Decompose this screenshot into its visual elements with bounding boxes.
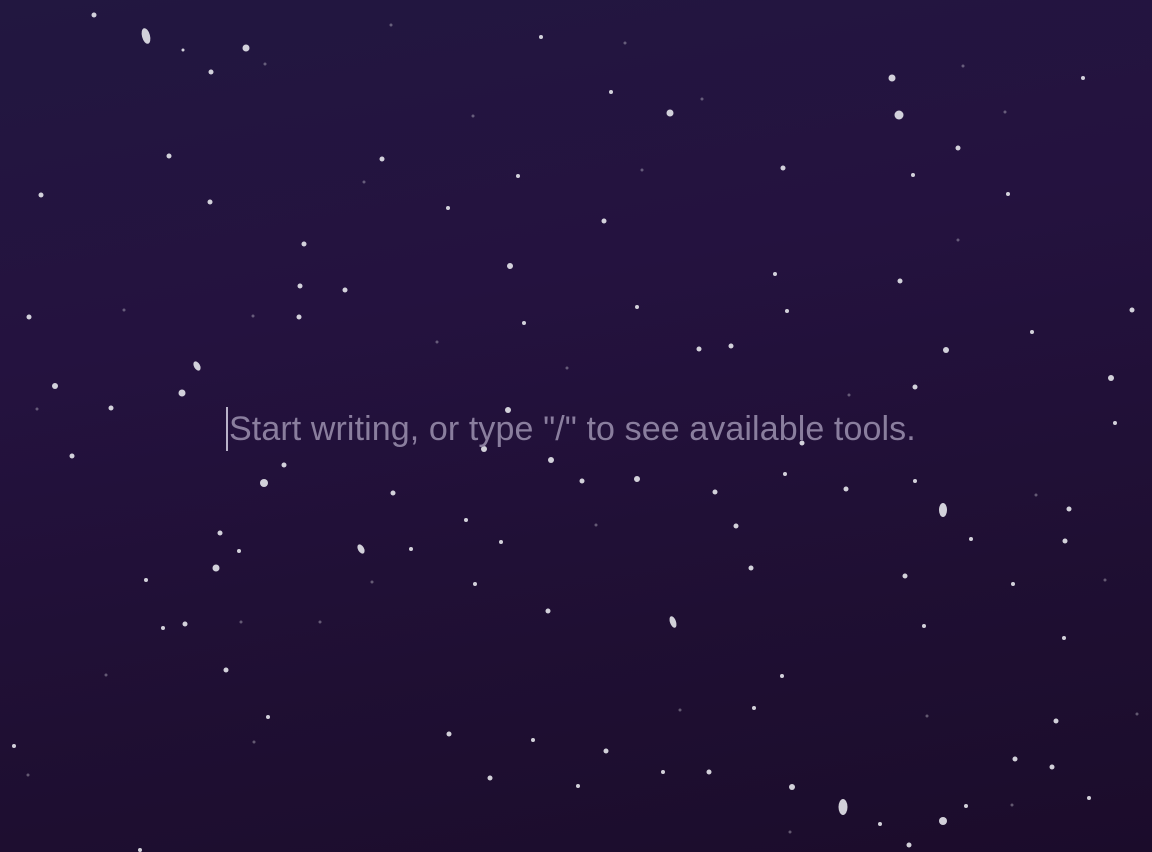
editor-placeholder: Start writing, or type "/" to see availa… (229, 409, 916, 448)
editor-input[interactable]: Start writing, or type "/" to see availa… (226, 406, 1106, 452)
text-cursor (226, 407, 228, 451)
